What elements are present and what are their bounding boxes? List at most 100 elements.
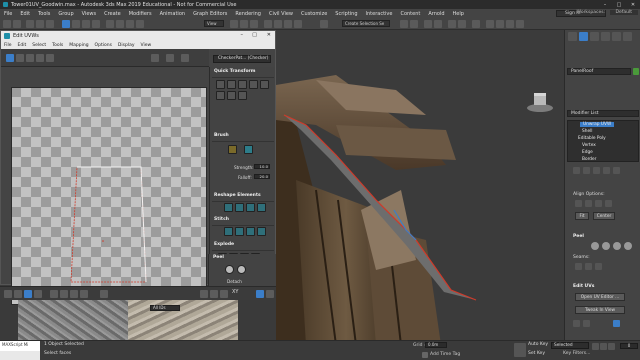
stack-item-shell[interactable]: Shell	[582, 129, 592, 134]
uvw-move-icon[interactable]	[6, 54, 14, 62]
uvw-minimize-icon[interactable]: –	[241, 32, 244, 38]
rendered-frame-window-icon[interactable]	[496, 20, 504, 28]
add-time-tag[interactable]: Add Time Tag	[430, 352, 460, 357]
create-tab-icon[interactable]	[568, 32, 577, 41]
straighten-selection-icon[interactable]	[224, 203, 233, 212]
uvw-menu-options[interactable]: Options	[92, 43, 115, 48]
display-tab-icon[interactable]	[612, 32, 621, 41]
select-move-icon[interactable]	[106, 20, 114, 28]
uvw-scale-icon[interactable]	[26, 54, 34, 62]
play-icon[interactable]	[608, 343, 615, 350]
select-rotate-icon[interactable]	[116, 20, 124, 28]
mirror-icon[interactable]	[400, 20, 408, 28]
menu-file[interactable]: File	[0, 11, 16, 17]
stack-item-vertex[interactable]: Vertex	[582, 143, 596, 148]
menu-arnold[interactable]: Arnold	[424, 11, 448, 17]
uv-tool-icon-1[interactable]	[573, 320, 580, 327]
menu-modifiers[interactable]: Modifiers	[125, 11, 156, 17]
uvw-vertex-mode-icon[interactable]	[4, 290, 12, 298]
space-vertical-icon[interactable]	[238, 91, 247, 100]
select-manipulate-icon[interactable]	[240, 20, 248, 28]
keyboard-shortcut-icon[interactable]	[250, 20, 258, 28]
uvw-menu-select[interactable]: Select	[29, 43, 49, 48]
checker-pattern-dropdown[interactable]: CheckerPat... (Checker)	[213, 55, 271, 63]
align-icon[interactable]	[410, 20, 418, 28]
uvw-menu-edit[interactable]: Edit	[15, 43, 30, 48]
uv-editor-canvas[interactable]	[11, 87, 207, 305]
snaps-toggle-icon[interactable]	[264, 20, 272, 28]
uvw-rotate-icon[interactable]	[16, 54, 24, 62]
reset-peel-icon[interactable]	[613, 242, 621, 250]
key-selection-dropdown[interactable]: Selected	[551, 342, 589, 349]
texture-thumbnail-1[interactable]	[18, 300, 128, 340]
material-editor-icon[interactable]	[472, 20, 480, 28]
strength-spinner[interactable]: 10.0	[254, 164, 270, 169]
undo-icon[interactable]	[3, 20, 11, 28]
uvw-detach-label[interactable]: Detach	[227, 279, 242, 284]
open-uv-editor-button[interactable]: Open UV Editor ...	[575, 293, 625, 301]
curve-editor-icon[interactable]	[448, 20, 456, 28]
fit-button[interactable]: Fit	[575, 212, 589, 220]
unfold-icon[interactable]	[257, 203, 266, 212]
stack-item-editable-poly[interactable]: Editable Poly	[578, 136, 606, 141]
uv-tool-icon-3[interactable]	[613, 320, 620, 327]
object-name-field[interactable]: PanelRoof	[567, 68, 631, 75]
maxscript-listener[interactable]: MAXScript Mi	[0, 341, 40, 360]
stack-item-unwrap[interactable]: Unwrap UVW	[580, 122, 615, 127]
make-unique-icon[interactable]	[593, 167, 600, 174]
uvw-grid-snap-icon[interactable]	[266, 290, 274, 298]
texture-thumbnail-2[interactable]	[128, 300, 238, 340]
uvw-mirror-icon[interactable]	[46, 54, 54, 62]
align-vertical-icon[interactable]	[227, 80, 236, 89]
uvw-element-mode-icon[interactable]	[34, 290, 42, 298]
perspective-viewport[interactable]	[276, 30, 564, 345]
seam-loop-icon[interactable]	[585, 263, 592, 270]
menu-customize[interactable]: Customize	[297, 11, 331, 17]
angle-snap-icon[interactable]	[274, 20, 282, 28]
edit-uvws-title-bar[interactable]: Edit UVWs ✕ □ –	[1, 31, 275, 41]
show-end-result-icon[interactable]	[583, 167, 590, 174]
relax-icon[interactable]	[235, 203, 244, 212]
stitch-header[interactable]: Stitch	[214, 217, 229, 222]
uv-shell-overlay[interactable]	[11, 87, 207, 305]
stitch-settings-icon[interactable]	[257, 227, 266, 236]
window-crossing-icon[interactable]	[92, 20, 100, 28]
render-setup-icon[interactable]	[486, 20, 494, 28]
unlink-icon[interactable]	[36, 20, 44, 28]
auto-key-button[interactable]: Auto Key	[528, 342, 548, 347]
close-icon[interactable]: ✕	[626, 0, 640, 9]
uvw-peel-header[interactable]: Peel	[213, 255, 224, 260]
uvw-shrink-icon[interactable]	[60, 290, 68, 298]
pivot-center-icon[interactable]	[230, 20, 238, 28]
uvw-loop-icon[interactable]	[80, 290, 88, 298]
relax-settings-icon[interactable]	[246, 203, 255, 212]
align-best-icon[interactable]	[605, 200, 612, 207]
menu-group[interactable]: Group	[54, 11, 77, 17]
remove-modifier-icon[interactable]	[603, 167, 610, 174]
stitch-average-icon[interactable]	[235, 227, 244, 236]
render-iterative-icon[interactable]	[516, 20, 524, 28]
menu-rendering[interactable]: Rendering	[231, 11, 265, 17]
menu-graph-editors[interactable]: Graph Editors	[189, 11, 231, 17]
seam-point-icon[interactable]	[575, 263, 582, 270]
spinner-snap-icon[interactable]	[294, 20, 302, 28]
set-key-icon[interactable]	[514, 343, 526, 357]
current-frame-field[interactable]: 0	[620, 343, 638, 349]
menu-scripting[interactable]: Scripting	[331, 11, 361, 17]
uvw-grow-icon[interactable]	[50, 290, 58, 298]
motion-tab-icon[interactable]	[601, 32, 610, 41]
stitch-source-icon[interactable]	[246, 227, 255, 236]
quick-peel-icon[interactable]	[591, 242, 599, 250]
placement-icon[interactable]	[136, 20, 144, 28]
maxscript-input[interactable]	[0, 351, 40, 360]
peel-rollout-header[interactable]: Peel	[573, 234, 584, 239]
menu-edit[interactable]: Edit	[16, 11, 34, 17]
uvw-ring-icon[interactable]	[70, 290, 78, 298]
relax-brush-icon[interactable]	[244, 145, 253, 154]
uvw-maximize-icon[interactable]: □	[252, 32, 257, 38]
selection-region-icon[interactable]	[82, 20, 90, 28]
stack-item-border[interactable]: Border	[582, 157, 596, 162]
select-scale-icon[interactable]	[126, 20, 134, 28]
menu-help[interactable]: Help	[449, 11, 468, 17]
edit-named-selection-icon[interactable]	[320, 20, 328, 28]
